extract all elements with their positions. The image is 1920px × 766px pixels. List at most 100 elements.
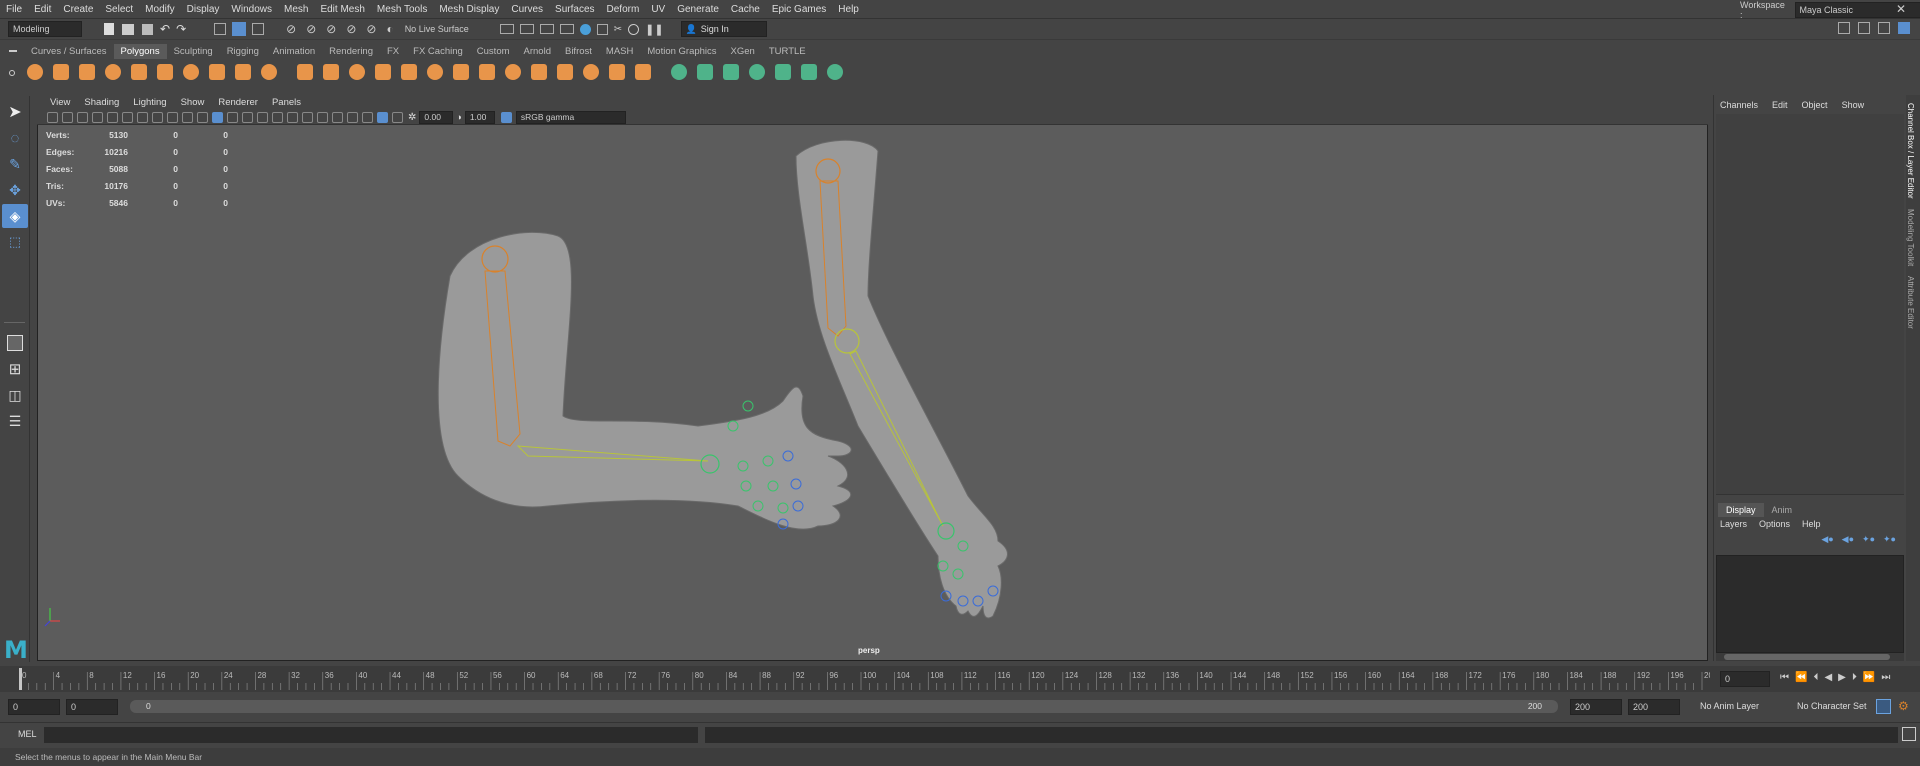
panel-menu-item[interactable]: Panels [265, 95, 308, 110]
extrude-icon[interactable] [476, 61, 498, 83]
menu-item[interactable]: Curves [505, 0, 549, 19]
torus-icon[interactable] [154, 61, 176, 83]
shelf-tab[interactable]: Animation [266, 44, 322, 59]
anim-layer-select[interactable]: No Anim Layer [1700, 701, 1759, 711]
layer-scrollbar-thumb[interactable] [1724, 654, 1890, 660]
resolution-gate-icon[interactable] [137, 111, 148, 123]
shelf-tab[interactable]: Polygons [113, 44, 167, 59]
step-forward-key-icon[interactable]: ⏩ [1863, 672, 1875, 683]
script-editor-icon[interactable] [1902, 727, 1916, 741]
shelf-tab[interactable]: FX [380, 44, 406, 59]
menu-item[interactable]: Surfaces [549, 0, 600, 19]
safe-action-icon[interactable] [182, 111, 193, 123]
combine-icon[interactable] [294, 61, 316, 83]
paint-select-tool-icon[interactable]: ✎ [2, 152, 28, 176]
lights-icon[interactable] [257, 111, 268, 123]
image-plane-icon[interactable] [92, 111, 103, 123]
film-gate-icon[interactable] [122, 111, 133, 123]
playback-end-field[interactable]: 200 [1570, 699, 1622, 715]
scale-tool-icon[interactable]: ⬚ [2, 230, 28, 254]
camera-attr-icon[interactable] [62, 111, 73, 123]
shelf-options-icon[interactable] [9, 46, 19, 86]
channel-box-menu-item[interactable]: Object [1802, 100, 1828, 110]
separate-icon[interactable] [320, 61, 342, 83]
lasso-tool-icon[interactable]: ◌ [2, 126, 28, 150]
smooth-icon[interactable] [372, 61, 394, 83]
rotate-tool-icon[interactable]: ◈ [2, 204, 28, 228]
uv-snapshot-icon[interactable] [824, 61, 846, 83]
toggle-panel-icon[interactable] [1838, 22, 1850, 34]
sphere-icon[interactable] [24, 61, 46, 83]
channel-box-menu-item[interactable]: Channels [1720, 100, 1758, 110]
field-chart-icon[interactable] [167, 111, 178, 123]
new-scene-icon[interactable] [104, 23, 114, 35]
channel-box-area[interactable] [1716, 114, 1904, 495]
menu-item[interactable]: Create [57, 0, 99, 19]
layout-uv-icon[interactable] [746, 61, 768, 83]
panel-menu-item[interactable]: Shading [77, 95, 126, 110]
bookmark-icon[interactable] [77, 111, 88, 123]
gate-mask-icon[interactable] [152, 111, 163, 123]
snap-surface-icon[interactable]: ⊘ [366, 22, 376, 36]
insert-edge-loop-icon[interactable] [580, 61, 602, 83]
render-settings-icon[interactable] [559, 24, 574, 34]
menu-item[interactable]: Help [832, 0, 865, 19]
boolean-icon[interactable] [398, 61, 420, 83]
shelf-tab[interactable]: Arnold [517, 44, 558, 59]
shelf-tab[interactable]: MASH [599, 44, 640, 59]
pause-icon[interactable]: ❚❚ [645, 23, 663, 36]
dof-icon[interactable] [332, 111, 343, 123]
pyramid-icon[interactable] [180, 61, 202, 83]
cube-icon[interactable] [50, 61, 72, 83]
range-slider[interactable]: 0 200 [130, 700, 1558, 713]
shelf-tab[interactable]: Motion Graphics [640, 44, 723, 59]
shelf-tab[interactable]: Custom [470, 44, 517, 59]
checker-icon[interactable] [798, 61, 820, 83]
select-object-icon[interactable] [232, 22, 247, 36]
redo-icon[interactable]: ↷ [176, 22, 186, 36]
layer-list[interactable] [1716, 555, 1904, 653]
select-component-icon[interactable] [252, 23, 265, 35]
xray-components-icon[interactable] [392, 111, 403, 123]
menu-item[interactable]: Edit [28, 0, 57, 19]
go-to-end-icon[interactable]: ⏭ [1881, 672, 1890, 683]
open-scene-icon[interactable] [122, 23, 134, 35]
channel-box-menu-item[interactable]: Edit [1772, 100, 1788, 110]
menu-item[interactable]: Epic Games [766, 0, 832, 19]
menu-item[interactable]: Edit Mesh [314, 0, 370, 19]
merge-icon[interactable] [528, 61, 550, 83]
time-slider-ruler[interactable]: 0 4 8 12 16 20 24 28 32 36 40 44 48 52 56 60 64 68 72 76 80 8… [0, 666, 1710, 692]
panel-menu-item[interactable]: Show [174, 95, 212, 110]
menu-item[interactable]: Modify [139, 0, 180, 19]
menu-item[interactable]: UV [645, 0, 671, 19]
exposure-field[interactable]: 0.00 [419, 110, 454, 124]
layer-editor-menu-item[interactable]: Help [1802, 519, 1821, 529]
svg-icon[interactable] [258, 61, 280, 83]
play-backwards-icon[interactable]: ◀ [1824, 672, 1832, 683]
grid-icon[interactable] [107, 111, 118, 123]
menu-item[interactable]: Windows [225, 0, 278, 19]
move-layer-up-icon[interactable]: ◀● [1821, 534, 1833, 545]
two-view-layout-icon[interactable]: ◫ [2, 383, 28, 407]
live-surface-icon[interactable]: ◐ [386, 22, 393, 36]
uv-editor-icon[interactable] [772, 61, 794, 83]
end-time-field[interactable]: 200 [1628, 699, 1680, 715]
layer-editor-tab[interactable]: Anim [1764, 503, 1801, 517]
channel-box-menu-item[interactable]: Show [1842, 100, 1865, 110]
textured-icon[interactable] [242, 111, 253, 123]
menu-item[interactable]: Deform [601, 0, 646, 19]
toggle-tool-settings-icon[interactable] [1878, 22, 1890, 34]
panel-menu-item[interactable]: Lighting [126, 95, 173, 110]
cylinder-icon[interactable] [76, 61, 98, 83]
menu-item[interactable]: Generate [671, 0, 725, 19]
shelf-tab[interactable]: Sculpting [167, 44, 220, 59]
xray-icon[interactable] [362, 111, 373, 123]
side-tab[interactable]: Channel Box / Layer Editor [1906, 101, 1915, 201]
menu-item[interactable]: File [0, 0, 28, 19]
layer-scrollbar[interactable] [1716, 653, 1904, 661]
side-tab[interactable]: Attribute Editor [1906, 274, 1915, 331]
mode-select[interactable]: Modeling [8, 21, 82, 37]
shelf-tab[interactable]: Curves / Surfaces [24, 44, 114, 59]
layer-editor-tab[interactable]: Display [1718, 503, 1764, 517]
animation-prefs-icon[interactable]: ⚙ [1898, 699, 1909, 713]
